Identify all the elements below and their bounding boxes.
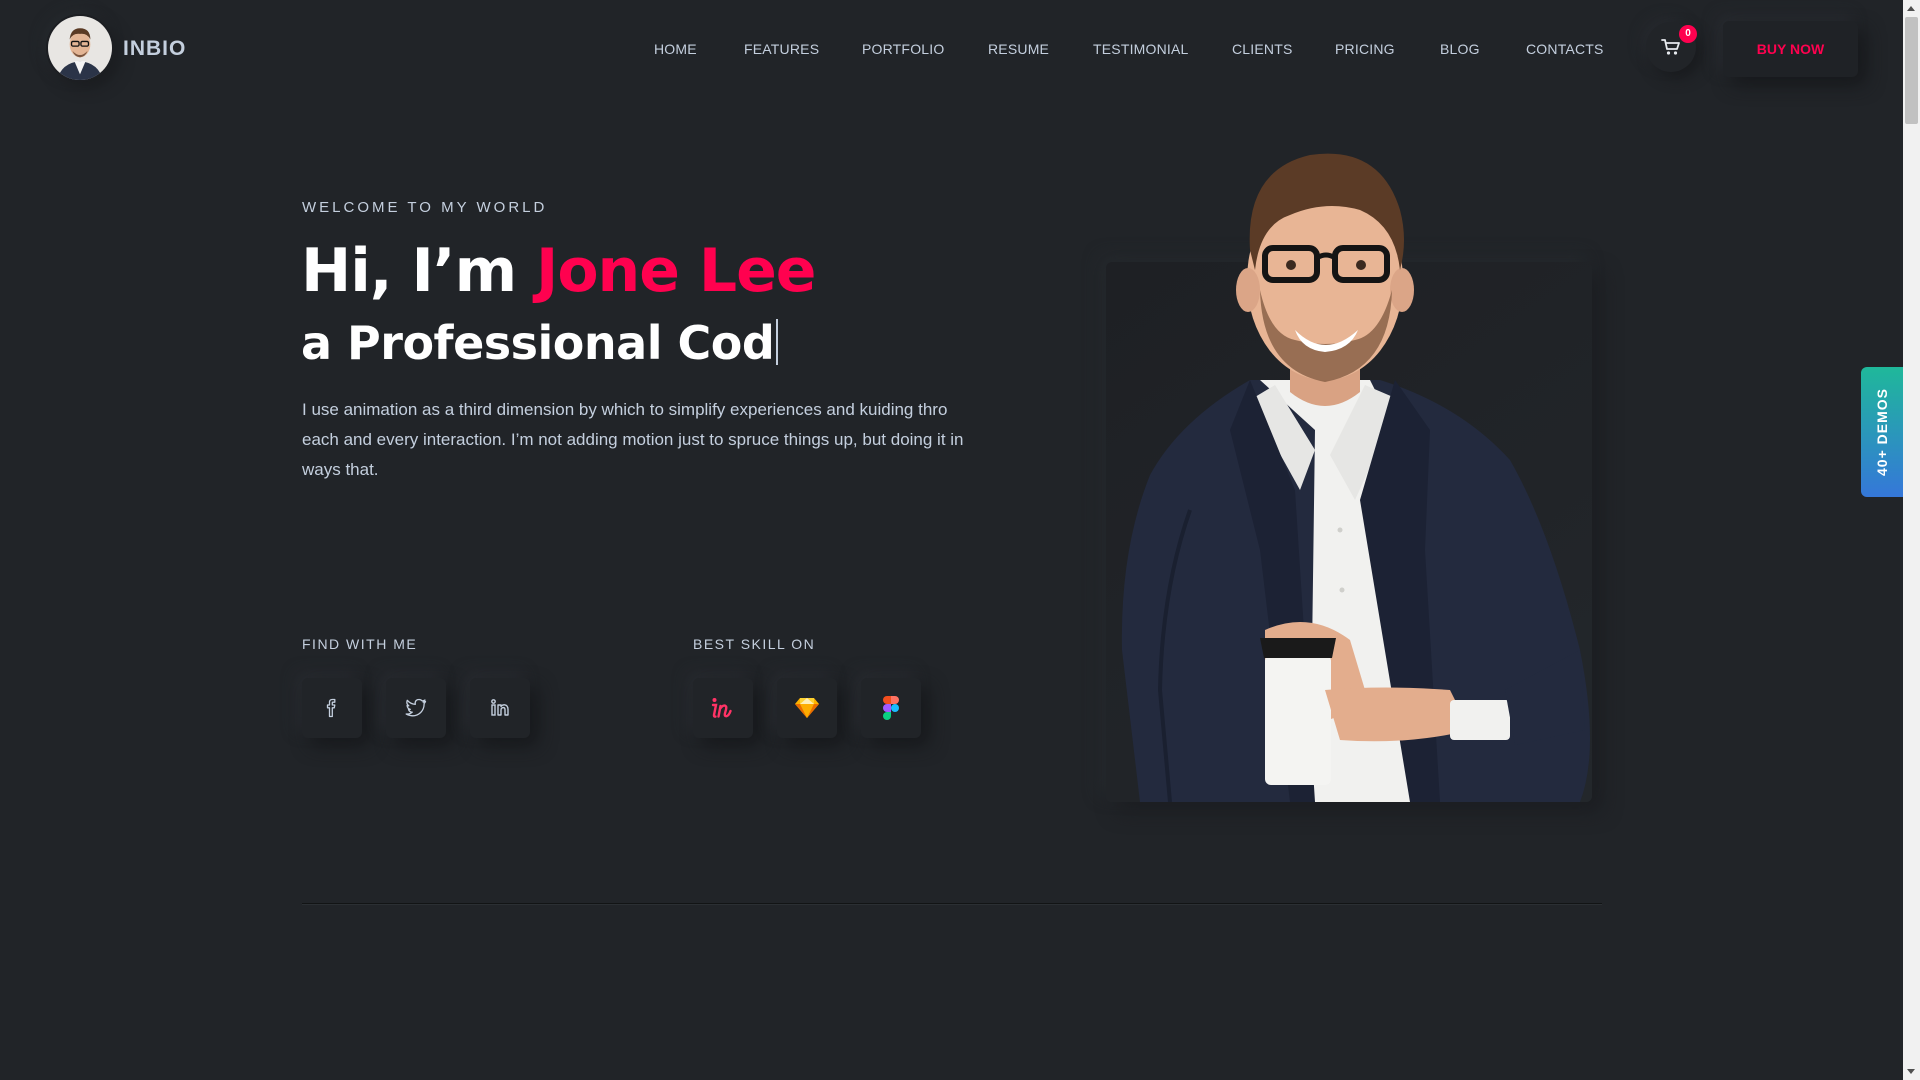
cart-icon [1661,39,1680,55]
facebook-icon [326,698,336,718]
scroll-up-icon[interactable] [1907,6,1915,11]
facebook-button[interactable] [302,678,362,738]
twitter-button[interactable] [386,678,446,738]
hero-subtitle: a Professional Cod [301,316,779,370]
cart-count-badge: 0 [1679,25,1697,43]
nav-portfolio[interactable]: PORTFOLIO [862,41,944,57]
page-scrollbar[interactable] [1903,0,1920,1080]
hero-description: I use animation as a third dimension by … [302,400,964,479]
hero-subtitle-text: a Professional Cod [301,316,775,370]
welcome-text: WELCOME TO MY WORLD [302,199,548,216]
nav-contacts[interactable]: CONTACTS [1526,41,1604,57]
nav-clients[interactable]: CLIENTS [1232,41,1293,57]
nav-resume[interactable]: RESUME [988,41,1049,57]
buy-now-button[interactable]: BUY NOW [1723,21,1858,77]
section-divider [302,903,1602,904]
typing-cursor [776,319,779,365]
hero-heading: Hi, I’m Jone Lee [301,236,816,306]
nav-pricing[interactable]: PRICING [1335,41,1395,57]
figma-button[interactable] [861,678,921,738]
twitter-icon [405,698,427,717]
nav-features[interactable]: FEATURES [744,41,819,57]
nav-home[interactable]: HOME [654,41,697,57]
hero-name: Jone Lee [536,236,816,306]
main-nav: HOME FEATURES PORTFOLIO RESUME TESTIMONI… [0,41,1902,57]
invision-button[interactable] [693,678,753,738]
hero-portrait [1121,153,1590,802]
sketch-icon [795,698,819,718]
invision-icon [711,698,732,718]
hero-greeting: Hi, I’m [301,236,536,306]
find-with-me-label: FIND WITH ME [302,636,418,652]
demos-tab[interactable]: 40+ DEMOS [1861,367,1903,497]
site-header: INBIO HOME FEATURES PORTFOLIO RESUME TES… [0,0,1902,100]
sketch-button[interactable] [777,678,837,738]
nav-blog[interactable]: BLOG [1440,41,1480,57]
figma-icon [883,696,899,720]
scroll-down-icon[interactable] [1907,1069,1915,1074]
linkedin-icon [491,699,509,716]
nav-testimonial[interactable]: TESTIMONIAL [1093,41,1189,57]
scroll-thumb[interactable] [1905,17,1918,124]
best-skill-label: BEST SKILL ON [693,636,816,652]
linkedin-button[interactable] [470,678,530,738]
demos-tab-label: 40+ DEMOS [1874,388,1891,476]
